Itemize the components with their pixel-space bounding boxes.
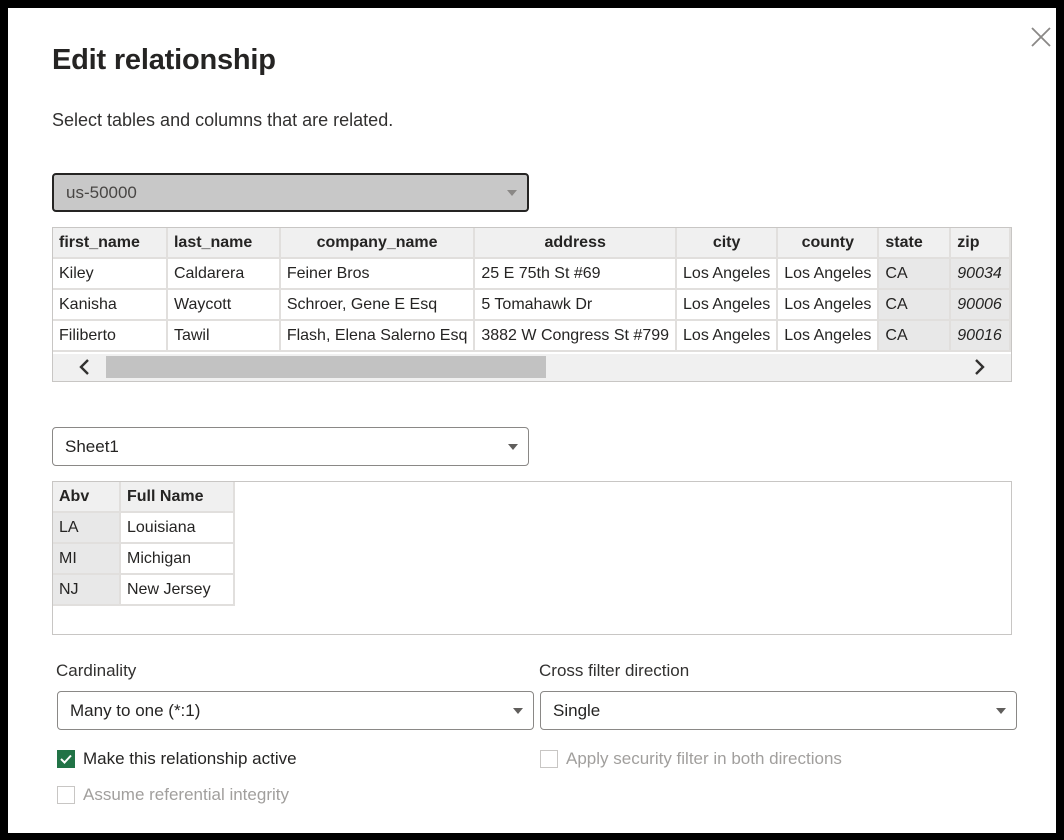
column-header-address[interactable]: address <box>474 228 678 259</box>
table-cell: Feiner Bros <box>279 258 476 290</box>
table1-select-value: us-50000 <box>66 182 137 202</box>
chevron-right-icon[interactable] <box>969 357 989 377</box>
close-icon[interactable] <box>1028 24 1054 50</box>
table-cell: MI <box>53 543 121 575</box>
table-cell: Tawil <box>166 320 281 352</box>
table2-select[interactable]: Sheet1 <box>52 427 529 466</box>
cross-filter-label: Cross filter direction <box>539 661 690 680</box>
chevron-down-icon <box>507 189 517 196</box>
table1-select[interactable]: us-50000 <box>52 173 529 212</box>
horizontal-scrollbar[interactable] <box>53 354 1011 381</box>
table-row: Kiley Caldarera Feiner Bros 25 E 75th St… <box>53 258 1011 290</box>
table2-select-value: Sheet1 <box>65 436 119 456</box>
scrollbar-thumb[interactable] <box>106 356 546 378</box>
checkbox-box[interactable] <box>57 786 75 804</box>
table-cell: Los Angeles <box>777 320 880 352</box>
table-cell: LA <box>53 512 121 544</box>
column-header-abv[interactable]: Abv <box>53 482 121 513</box>
table-cell: Kanisha <box>53 289 168 321</box>
column-header-county[interactable]: county <box>777 228 880 259</box>
table-row: LA Louisiana <box>53 512 235 544</box>
column-header-full-name[interactable]: Full Name <box>120 482 235 513</box>
cross-filter-select-value: Single <box>553 700 601 720</box>
chevron-left-icon[interactable] <box>75 357 95 377</box>
table-cell: Los Angeles <box>777 258 880 290</box>
table-cell: 5 Tomahawk Dr <box>474 289 678 321</box>
table-cell: CA <box>878 258 952 290</box>
column-header-first-name[interactable]: first_name <box>53 228 168 259</box>
checkmark-icon <box>60 754 72 764</box>
cross-filter-select[interactable]: Single <box>540 691 1017 730</box>
table2-grid: Abv Full Name LA Louisiana MI Michigan N… <box>53 482 235 606</box>
cardinality-select-value: Many to one (*:1) <box>70 700 201 720</box>
table-row: Kanisha Waycott Schroer, Gene E Esq 5 To… <box>53 289 1011 321</box>
table1-header-row: first_name last_name company_name addres… <box>53 228 1011 259</box>
chevron-down-icon <box>513 707 523 714</box>
table1-preview[interactable]: first_name last_name company_name addres… <box>52 227 1012 382</box>
table-cell: 3882 W Congress St #799 <box>474 320 678 352</box>
security-filter-label: Apply security filter in both directions <box>566 749 842 768</box>
table-cell: Michigan <box>120 543 235 575</box>
chevron-down-icon <box>508 443 518 450</box>
checkbox-box[interactable] <box>57 750 75 768</box>
table-cell: Waycott <box>166 289 281 321</box>
table-row: NJ New Jersey <box>53 574 235 606</box>
table-cell: 90034 <box>950 258 1011 290</box>
column-header-city[interactable]: city <box>676 228 779 259</box>
table-cell: Los Angeles <box>676 320 779 352</box>
table-cell: Filiberto <box>53 320 168 352</box>
make-active-checkbox[interactable]: Make this relationship active <box>57 749 297 769</box>
cardinality-label: Cardinality <box>56 661 137 680</box>
referential-integrity-label: Assume referential integrity <box>83 785 289 804</box>
table-cell: 90016 <box>950 320 1011 352</box>
cardinality-select[interactable]: Many to one (*:1) <box>57 691 534 730</box>
column-header-last-name[interactable]: last_name <box>166 228 281 259</box>
table-cell: 25 E 75th St #69 <box>474 258 678 290</box>
table-cell: Caldarera <box>166 258 281 290</box>
referential-integrity-checkbox[interactable]: Assume referential integrity <box>57 785 289 805</box>
checkbox-box[interactable] <box>540 750 558 768</box>
column-header-company-name[interactable]: company_name <box>279 228 476 259</box>
dialog-title: Edit relationship <box>52 44 276 76</box>
table-cell: Los Angeles <box>676 289 779 321</box>
table-cell: 90006 <box>950 289 1011 321</box>
table-cell: Schroer, Gene E Esq <box>279 289 476 321</box>
table-row: MI Michigan <box>53 543 235 575</box>
table-cell: CA <box>878 289 952 321</box>
table-cell: Los Angeles <box>777 289 880 321</box>
table2-header-row: Abv Full Name <box>53 482 235 513</box>
edit-relationship-dialog: Edit relationship Select tables and colu… <box>8 8 1056 833</box>
table-cell: NJ <box>53 574 121 606</box>
table-cell: New Jersey <box>120 574 235 606</box>
table-cell: Flash, Elena Salerno Esq <box>279 320 476 352</box>
table-row: Filiberto Tawil Flash, Elena Salerno Esq… <box>53 320 1011 352</box>
table1-grid: first_name last_name company_name addres… <box>53 228 1011 352</box>
table-cell: CA <box>878 320 952 352</box>
dialog-subtitle: Select tables and columns that are relat… <box>52 110 394 130</box>
table2-preview[interactable]: Abv Full Name LA Louisiana MI Michigan N… <box>52 481 1012 635</box>
column-header-state[interactable]: state <box>878 228 952 259</box>
chevron-down-icon <box>996 707 1006 714</box>
security-filter-checkbox[interactable]: Apply security filter in both directions <box>540 749 842 769</box>
table-cell: Los Angeles <box>676 258 779 290</box>
column-header-zip[interactable]: zip <box>950 228 1011 259</box>
make-active-label: Make this relationship active <box>83 749 297 768</box>
table-cell: Kiley <box>53 258 168 290</box>
table-cell: Louisiana <box>120 512 235 544</box>
